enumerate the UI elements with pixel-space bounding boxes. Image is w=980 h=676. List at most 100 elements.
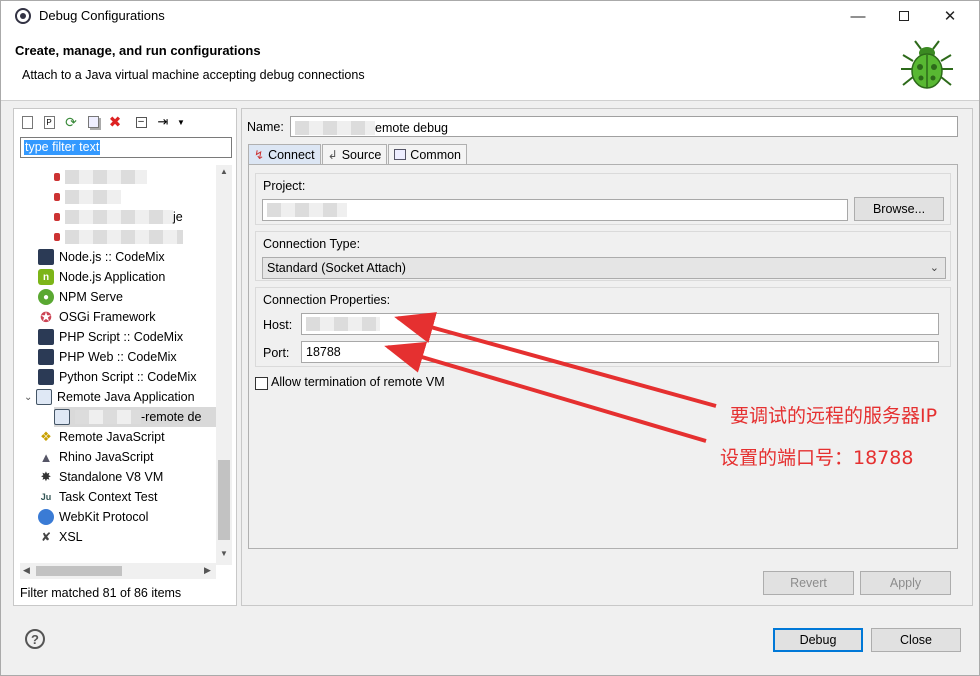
common-icon bbox=[394, 149, 407, 160]
chevron-down-icon: ▼ bbox=[177, 117, 185, 127]
monitor-icon bbox=[38, 369, 54, 385]
help-icon[interactable]: ? bbox=[25, 629, 45, 649]
tree-horizontal-scrollbar[interactable]: ◀ ▶ bbox=[20, 563, 216, 579]
tab-connect[interactable]: ↯ Connect bbox=[248, 144, 321, 164]
scroll-left-icon[interactable]: ◀ bbox=[23, 565, 30, 576]
collapse-all-button[interactable]: – bbox=[132, 113, 150, 131]
port-annotation: 设置的端口号：18788 bbox=[720, 447, 914, 469]
export-button[interactable]: ⟳ bbox=[62, 113, 80, 131]
close-window-button[interactable]: ✕ bbox=[927, 1, 973, 31]
tree-item-php-script[interactable]: PHP Script :: CodeMix bbox=[38, 327, 183, 347]
debug-button[interactable]: Debug bbox=[773, 628, 863, 652]
tree-item-task-context-test[interactable]: Ju Task Context Test bbox=[38, 487, 158, 507]
tree-item-remote-debug-config[interactable]: -remote de bbox=[54, 407, 220, 427]
tree-item-label: WebKit Protocol bbox=[59, 510, 149, 524]
chevron-down-icon[interactable]: ⌄ bbox=[24, 392, 36, 403]
tree-item-python-script[interactable]: Python Script :: CodeMix bbox=[38, 367, 197, 387]
new-config-button[interactable] bbox=[18, 113, 36, 131]
revert-button[interactable]: Revert bbox=[763, 571, 854, 595]
collapse-icon: – bbox=[135, 116, 147, 128]
host-input[interactable] bbox=[301, 313, 939, 335]
project-input[interactable] bbox=[262, 199, 848, 221]
close-button[interactable]: Close bbox=[871, 628, 961, 652]
scroll-down-icon[interactable]: ▼ bbox=[220, 549, 228, 558]
tree-item-xsl[interactable]: ✘ XSL bbox=[38, 527, 83, 547]
config-icon bbox=[54, 213, 60, 221]
tab-common[interactable]: Common bbox=[388, 144, 468, 164]
name-value: emote debug bbox=[375, 120, 448, 135]
tree-item-webkit-protocol[interactable]: WebKit Protocol bbox=[38, 507, 148, 527]
maximize-icon bbox=[899, 11, 909, 21]
allow-termination-checkbox[interactable] bbox=[255, 377, 268, 390]
connection-type-select[interactable]: Standard (Socket Attach) ⌄ bbox=[262, 257, 946, 279]
delete-icon: ✖ bbox=[108, 114, 122, 131]
browse-button[interactable]: Browse... bbox=[854, 197, 944, 221]
chevron-down-icon: ⌄ bbox=[929, 262, 939, 274]
connection-properties-group: Connection Properties: Host: Port: 18788 bbox=[255, 287, 951, 367]
name-input[interactable]: emote debug bbox=[290, 116, 958, 137]
tree-item-rhino-javascript[interactable]: ▲ Rhino JavaScript bbox=[38, 447, 154, 467]
tree-item-label: Python Script :: CodeMix bbox=[59, 370, 197, 384]
tree-item-redacted-3[interactable]: je bbox=[54, 207, 183, 227]
header-description: Attach to a Java virtual machine accepti… bbox=[22, 68, 365, 82]
duplicate-icon bbox=[87, 116, 99, 128]
tree-item-label: Remote Java Application bbox=[57, 390, 195, 404]
tree-vertical-scrollbar[interactable]: ▲ ▼ bbox=[216, 165, 232, 565]
redacted-label bbox=[65, 170, 147, 184]
tree-item-nodejs-application[interactable]: n Node.js Application bbox=[38, 267, 165, 287]
debug-bug-icon bbox=[901, 40, 953, 89]
tree-item-label: OSGi Framework bbox=[59, 310, 156, 324]
tree-item-label: Node.js :: CodeMix bbox=[59, 250, 165, 264]
apply-button[interactable]: Apply bbox=[860, 571, 951, 595]
redacted-project bbox=[267, 203, 347, 217]
tab-source[interactable]: ↲ Source bbox=[321, 144, 388, 164]
tab-label: Source bbox=[341, 147, 382, 162]
tree-item-remote-javascript[interactable]: ❖ Remote JavaScript bbox=[38, 427, 164, 447]
tree-item-npm-serve[interactable]: ● NPM Serve bbox=[38, 287, 123, 307]
minimize-button[interactable]: — bbox=[835, 1, 881, 31]
vertical-scroll-thumb[interactable] bbox=[218, 460, 230, 540]
connect-icon: ↯ bbox=[254, 147, 265, 162]
view-menu-button[interactable]: ▼ bbox=[176, 113, 186, 131]
tree-item-suffix: je bbox=[173, 210, 183, 224]
configuration-editor-panel: Name: emote debug ↯ Connect ↲ Source Commo… bbox=[241, 108, 973, 606]
tree-item-nodejs-codemix[interactable]: Node.js :: CodeMix bbox=[38, 247, 165, 267]
port-value: 18788 bbox=[306, 345, 341, 359]
editor-tabs: ↯ Connect ↲ Source Common bbox=[248, 144, 468, 164]
new-prototype-button[interactable]: P bbox=[40, 113, 58, 131]
scroll-up-icon[interactable]: ▲ bbox=[220, 167, 228, 176]
filter-button[interactable]: ⇥ bbox=[154, 113, 172, 131]
config-icon bbox=[54, 233, 60, 241]
filter-placeholder: type filter text bbox=[24, 140, 101, 155]
redacted-name bbox=[295, 120, 375, 135]
tree-item-remote-java-application[interactable]: ⌄ Remote Java Application bbox=[24, 387, 195, 407]
tree-item-redacted-4[interactable] bbox=[54, 227, 183, 247]
tree-item-label: XSL bbox=[59, 530, 83, 544]
project-label: Project: bbox=[263, 179, 306, 193]
delete-button[interactable]: ✖ bbox=[106, 113, 124, 131]
port-input[interactable]: 18788 bbox=[301, 341, 939, 363]
tree-item-standalone-v8[interactable]: ✸ Standalone V8 VM bbox=[38, 467, 164, 487]
host-annotation: 要调试的远程的服务器IP bbox=[730, 405, 938, 427]
duplicate-button[interactable] bbox=[84, 113, 102, 131]
tree-item-label: Task Context Test bbox=[59, 490, 158, 504]
nodejs-icon: n bbox=[38, 269, 54, 285]
tree-item-redacted-2[interactable] bbox=[54, 187, 121, 207]
filter-input[interactable]: type filter text bbox=[20, 137, 232, 158]
junit-icon: Ju bbox=[40, 492, 52, 502]
tree-item-php-web[interactable]: PHP Web :: CodeMix bbox=[38, 347, 177, 367]
redacted-label bbox=[65, 190, 121, 204]
tree-item-osgi-framework[interactable]: ✪ OSGi Framework bbox=[38, 307, 156, 327]
eclipse-icon bbox=[15, 8, 31, 24]
tree-item-label: Standalone V8 VM bbox=[59, 470, 164, 484]
monitor-icon bbox=[38, 329, 54, 345]
close-icon: ✕ bbox=[943, 8, 957, 25]
tree-item-redacted-1[interactable] bbox=[54, 167, 147, 187]
rhino-icon: ▲ bbox=[39, 449, 53, 465]
v8-icon: ✸ bbox=[40, 469, 52, 484]
tree-item-label: Rhino JavaScript bbox=[59, 450, 154, 464]
configuration-tree-panel: P ⟳ ✖ – ⇥ ▼ type filter text je Node.js … bbox=[13, 108, 237, 606]
scroll-right-icon[interactable]: ▶ bbox=[204, 565, 211, 576]
maximize-button[interactable] bbox=[881, 1, 927, 31]
horizontal-scroll-thumb[interactable] bbox=[36, 566, 122, 576]
